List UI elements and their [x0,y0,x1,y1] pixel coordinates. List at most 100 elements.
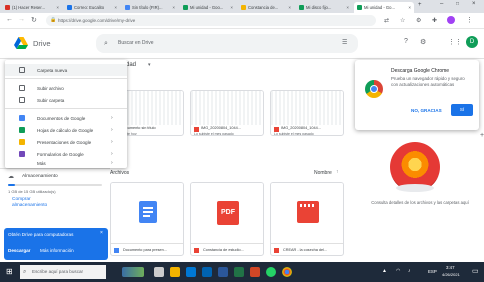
network-icon[interactable]: ◠ [396,268,400,274]
drive-search-input[interactable]: ⌕ Buscar en Drive ☰ [96,34,358,53]
browser-tab[interactable]: (1) Hacer Reser... × [2,2,62,13]
lock-icon: 🔒 [50,17,57,23]
menu-item-label: Presentaciones de Google [37,139,92,145]
maximize-icon[interactable]: □ [456,1,459,7]
chevron-down-icon[interactable]: ▾ [148,62,151,68]
file-card[interactable]: Documento para presen... [110,182,184,256]
drive-logo-icon[interactable] [14,37,28,49]
clock-date[interactable]: 4/26/2021 [442,272,460,277]
file-explorer-icon[interactable] [170,267,180,277]
chevron-right-icon: › [111,127,113,133]
drive-favicon-icon [299,5,304,10]
file-card[interactable]: PDF Constancia de estudio... [190,182,264,256]
file-card[interactable]: CREAR - la cosecha del... [270,182,344,256]
windows-start-icon[interactable]: ⊞ [6,267,13,276]
browser-tab-strip: (1) Hacer Reser... × Correo: Eucalito × … [0,0,484,13]
browser-tab[interactable]: Mi disco fijo... × [296,2,352,13]
task-view-icon[interactable] [154,267,164,277]
store-icon[interactable] [202,267,212,277]
browser-tab[interactable]: Correo: Eucalito × [64,2,120,13]
chrome-taskbar-icon[interactable] [282,267,292,277]
profile-avatar[interactable] [447,16,455,24]
menu-item-upload-file[interactable]: Subir archivo [5,82,127,94]
file-upload-icon [19,85,25,91]
promo-more-info-link[interactable]: Más información [40,248,74,253]
menu-item-more[interactable]: Más › [5,158,127,168]
translate-icon[interactable]: ⇄ [384,17,389,24]
file-meta: Lo subiste el mes pasado [274,132,314,136]
powerpoint-icon[interactable] [250,267,260,277]
chevron-right-icon: › [111,115,113,121]
excel-icon[interactable] [234,267,244,277]
reload-icon[interactable]: ↻ [31,16,37,24]
settings-icon[interactable]: ⚙ [416,17,421,24]
file-name: CREAR - la cosecha del... [283,248,328,252]
file-meta: Lo subiste el mes pasado [194,132,234,136]
file-name: IMG_20200804_1044... [281,126,321,130]
recent-file-card[interactable]: IMG_20200804_1044... Lo subiste el mes p… [270,90,344,136]
sort-by-name-button[interactable]: Nombre [314,170,332,176]
search-icon[interactable]: ⌕ [104,34,108,53]
close-tab-icon[interactable]: × [114,5,117,10]
folder-icon [19,67,25,73]
forward-icon[interactable]: → [18,16,25,23]
details-panel: Consulta detalles de los archivos y las … [356,140,478,258]
no-thanks-button[interactable]: NO, GRACIAS [411,108,442,113]
browser-tab-active[interactable]: Mi unidad - Go... × [354,2,414,13]
close-promo-icon[interactable]: × [100,230,103,236]
add-panel-icon[interactable]: + [480,132,484,139]
details-panel-caption: Consulta detalles de los archivos y las … [371,200,469,205]
close-tab-icon[interactable]: × [346,5,349,10]
star-icon[interactable]: ☆ [400,17,405,24]
taskbar-search-input[interactable]: ⌕ Escribe aquí para buscar [20,265,106,279]
minimize-icon[interactable]: – [440,1,443,7]
browser-menu-icon[interactable]: ⋮ [466,16,473,24]
buy-storage-label: Comprar almacenamiento [12,197,48,208]
back-icon[interactable]: ← [6,16,13,23]
browser-tab[interactable]: Constancia de... × [238,2,294,13]
extensions-icon[interactable]: ✚ [432,17,437,24]
recent-file-card[interactable]: IMG_20200804_1044... Lo subiste el mes p… [190,90,264,136]
menu-item-upload-folder[interactable]: Subir carpeta [5,94,127,106]
gear-icon[interactable]: ⚙ [420,38,426,46]
url-bar[interactable]: 🔒 https://drive.google.com/drive/my-driv… [46,15,376,26]
menu-item-google-sheets[interactable]: Hojas de cálculo de Google › [5,124,127,136]
sort-arrow-icon[interactable]: ↑ [336,169,339,175]
menu-item-new-folder[interactable]: Carpeta nueva [5,64,127,76]
browser-tab[interactable]: Mi unidad - Goo... × [180,2,236,13]
url-text: https://drive.google.com/drive/my-drive [58,18,136,23]
tab-label: (1) Hacer Reser... [12,5,46,10]
close-tab-icon[interactable]: × [172,5,175,10]
buy-storage-button[interactable]: Comprar almacenamiento [12,197,58,213]
apps-grid-icon[interactable]: ⋮⋮ [448,38,462,46]
cloud-icon: ☁ [8,174,14,180]
whatsapp-icon[interactable] [266,267,276,277]
folder-favicon-icon [241,5,246,10]
close-tab-icon[interactable]: × [288,5,291,10]
clock-time[interactable]: 3:47 [446,265,455,270]
search-options-icon[interactable]: ☰ [342,34,347,53]
close-tab-icon[interactable]: × [408,5,411,10]
edge-icon[interactable] [186,267,196,277]
help-icon[interactable]: ? [404,38,408,45]
close-tab-icon[interactable]: × [230,5,233,10]
drive-header: Drive ⌕ Buscar en Drive ☰ ? ⚙ ⋮⋮ D [0,30,484,58]
new-item-menu: Carpeta nueva Subir archivo Subir carpet… [5,60,127,168]
volume-icon[interactable]: ♪ [408,268,411,274]
news-widget-icon[interactable] [122,267,144,277]
close-window-icon[interactable]: × [472,1,476,7]
menu-item-google-docs[interactable]: Documentos de Google › [5,112,127,124]
account-avatar[interactable]: D [466,36,478,48]
system-tray-icon[interactable]: ▲ [382,268,387,274]
storage-label[interactable]: Almacenamiento [22,174,58,179]
new-tab-icon[interactable]: + [418,2,422,8]
yes-button[interactable]: SÍ [451,104,473,116]
browser-tab[interactable]: Sin título (FIR)... × [122,2,178,13]
close-tab-icon[interactable]: × [56,5,59,10]
language-indicator[interactable]: ESP [428,269,437,274]
menu-item-google-slides[interactable]: Presentaciones de Google › [5,136,127,148]
windows-taskbar: ⊞ ⌕ Escribe aquí para buscar ▲ ◠ ♪ ESP 3… [0,262,484,282]
notifications-icon[interactable]: ▭ [472,267,479,275]
word-icon[interactable] [218,267,228,277]
promo-download-button[interactable]: Descargar [8,248,30,253]
